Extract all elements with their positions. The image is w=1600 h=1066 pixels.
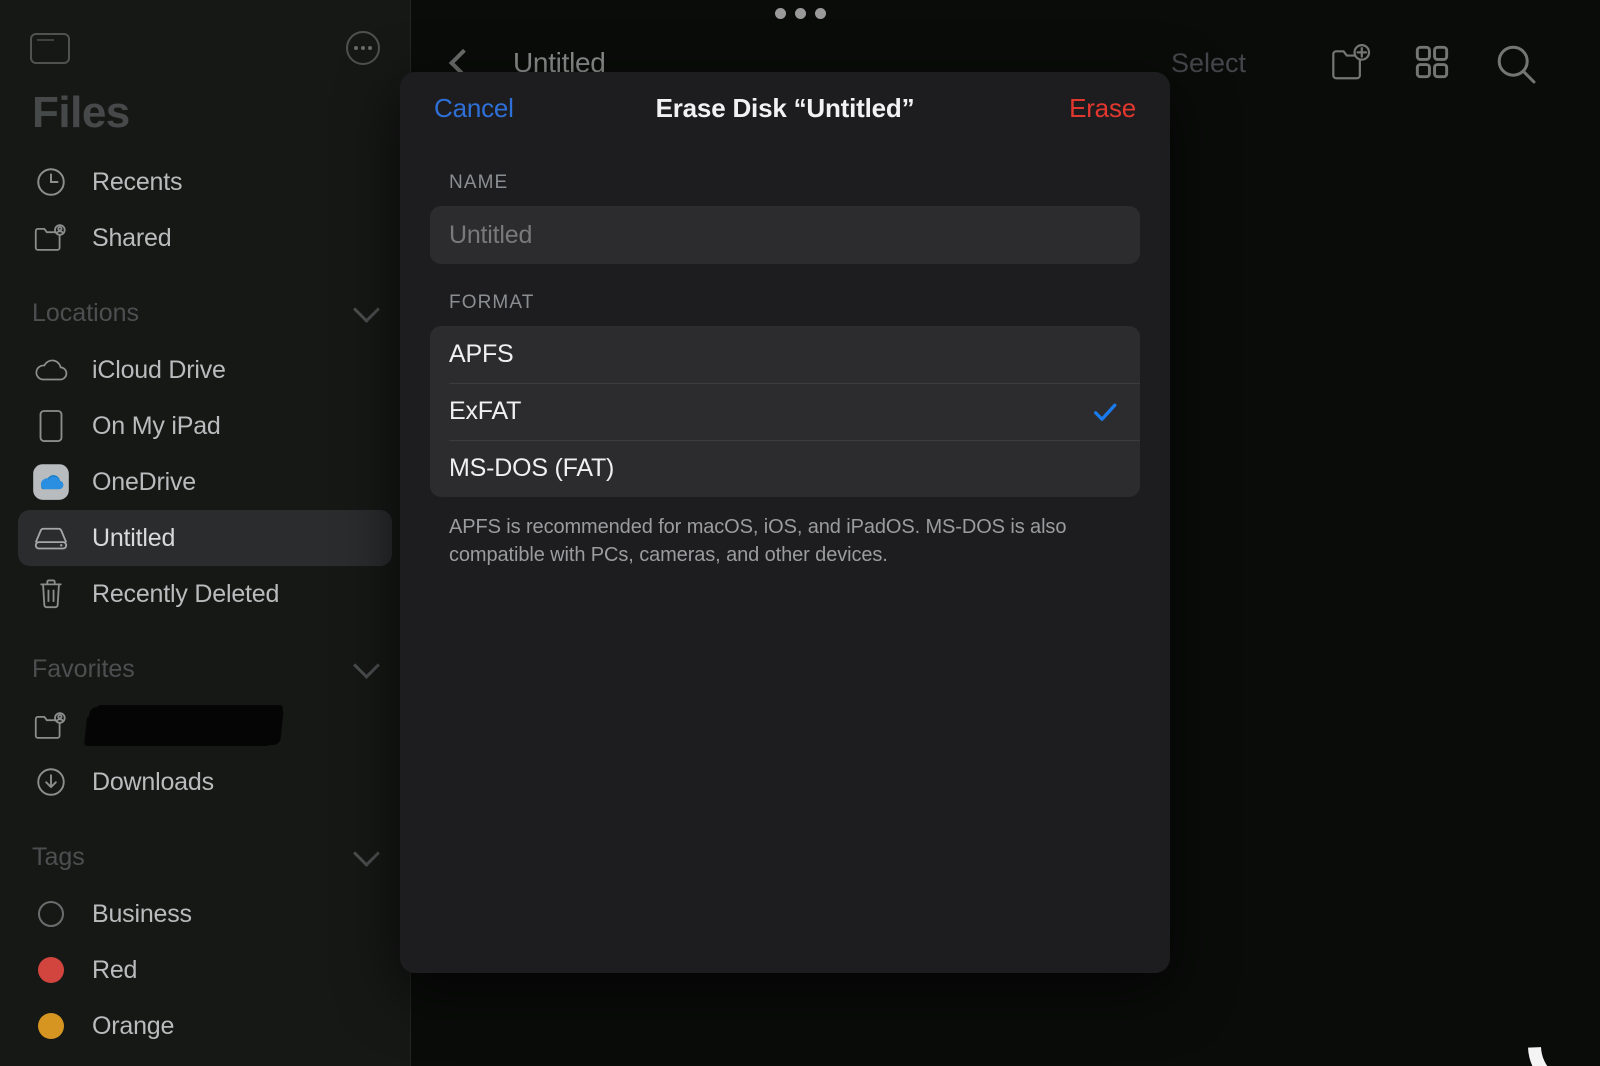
format-option-label: APFS: [449, 340, 514, 368]
erase-disk-modal: Cancel Erase Disk “Untitled” Erase NAME …: [400, 72, 1170, 973]
name-section-label: NAME: [449, 172, 509, 193]
select-button[interactable]: Select: [1171, 48, 1246, 79]
sidebar-item-icloud-drive[interactable]: iCloud Drive: [18, 342, 392, 398]
sidebar-item-on-my-ipad[interactable]: On My iPad: [18, 398, 392, 454]
download-circle-icon: [32, 763, 70, 801]
modal-title: Erase Disk “Untitled”: [655, 92, 915, 123]
sidebar-item-downloads[interactable]: Downloads: [18, 754, 392, 810]
sidebar-item-recents[interactable]: Recents: [18, 154, 392, 210]
sidebar-section-locations[interactable]: Locations: [0, 284, 410, 342]
onedrive-app-icon: [32, 463, 70, 501]
section-label: Locations: [32, 298, 140, 327]
format-description: APFS is recommended for macOS, iOS, and …: [449, 516, 1067, 567]
format-section-label: FORMAT: [449, 292, 535, 313]
sidebar-item-onedrive[interactable]: OneDrive: [18, 454, 392, 510]
ellipsis-circle-icon[interactable]: [346, 31, 380, 65]
sidebar-item-label: On My iPad: [92, 411, 221, 440]
sidebar-item-label: Red: [92, 955, 138, 984]
page-title: Files: [32, 88, 130, 137]
name-input-placeholder: Untitled: [449, 220, 533, 249]
ipad-screen: Files Recents Shared Locations iCloud Dr…: [0, 0, 1600, 1066]
chevron-down-icon[interactable]: [353, 651, 380, 679]
sidebar-item-redacted-favorite[interactable]: [18, 698, 392, 754]
sidebar-item-recently-deleted[interactable]: Recently Deleted: [18, 566, 392, 622]
sidebar-item-label: Shared: [92, 223, 172, 252]
multitask-handle[interactable]: [0, 8, 1600, 19]
dot: [361, 46, 365, 50]
sidebar-item-label: Downloads: [92, 767, 214, 796]
section-label: Favorites: [32, 654, 135, 683]
sidebar-item-label: Recently Deleted: [92, 579, 280, 608]
handle-dot: [814, 8, 826, 19]
sidebar-top-list: Recents Shared: [0, 154, 410, 266]
handle-dot: [774, 8, 786, 19]
shared-folder-icon: [32, 219, 70, 257]
format-option-label: ExFAT: [449, 397, 522, 425]
external-drive-icon: [32, 519, 70, 557]
sidebar-item-label: Recents: [92, 167, 183, 196]
handle-dot: [794, 8, 806, 19]
sidebar-toggle-icon[interactable]: [30, 32, 70, 64]
tag-color-swatch: [38, 901, 64, 927]
chevron-down-icon[interactable]: [353, 839, 380, 867]
sidebar-item-tag-business[interactable]: Business: [18, 886, 392, 942]
cloud-icon: [32, 351, 70, 389]
format-option-exfat[interactable]: ExFAT: [430, 383, 1140, 440]
trash-icon: [32, 575, 70, 613]
format-option-label: MS-DOS (FAT): [449, 454, 615, 482]
tag-color-swatch: [38, 957, 64, 983]
dot: [368, 46, 372, 50]
section-label: Tags: [32, 842, 85, 871]
name-input[interactable]: Untitled: [430, 206, 1140, 264]
sidebar-item-label: Orange: [92, 1011, 175, 1040]
tag-dot-icon: [32, 1007, 70, 1045]
redacted-label: [90, 711, 280, 741]
sidebar-item-label: Business: [92, 899, 192, 928]
format-options-list: APFS ExFAT MS-DOS (FAT): [430, 326, 1140, 497]
tag-dot-icon: [32, 951, 70, 989]
sidebar-item-label: Untitled: [92, 523, 176, 552]
sidebar-item-label: OneDrive: [92, 467, 196, 496]
chevron-down-icon[interactable]: [353, 295, 380, 323]
search-icon[interactable]: [1492, 40, 1538, 86]
ipad-icon: [32, 407, 70, 445]
sidebar: Files Recents Shared Locations iCloud Dr…: [0, 0, 411, 1066]
sidebar-item-label: iCloud Drive: [92, 355, 226, 384]
sidebar-item-tag-orange[interactable]: Orange: [18, 998, 392, 1054]
dot: [354, 46, 358, 50]
corner-arc-indicator: [1508, 978, 1600, 1066]
grid-view-icon[interactable]: [1410, 40, 1456, 86]
sidebar-item-shared[interactable]: Shared: [18, 210, 392, 266]
modal-header: Cancel Erase Disk “Untitled” Erase: [400, 72, 1170, 144]
format-option-apfs[interactable]: APFS: [430, 326, 1140, 383]
checkmark-icon: [1090, 397, 1120, 427]
shared-folder-icon: [32, 707, 70, 745]
tag-dot-icon: [32, 895, 70, 933]
sidebar-item-tag-red[interactable]: Red: [18, 942, 392, 998]
format-option-msdos-fat[interactable]: MS-DOS (FAT): [430, 440, 1140, 497]
sidebar-section-favorites[interactable]: Favorites: [0, 640, 410, 698]
new-folder-icon[interactable]: [1328, 40, 1374, 86]
erase-button[interactable]: Erase: [1069, 93, 1136, 124]
tag-color-swatch: [38, 1013, 64, 1039]
clock-icon: [32, 163, 70, 201]
sidebar-item-untitled[interactable]: Untitled: [18, 510, 392, 566]
sidebar-section-tags[interactable]: Tags: [0, 828, 410, 886]
